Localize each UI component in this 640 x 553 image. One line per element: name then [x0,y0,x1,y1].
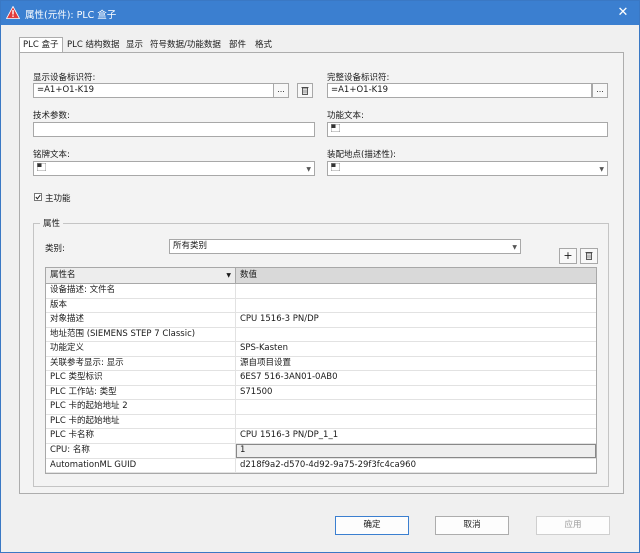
display-id-field[interactable]: =A1+O1-K19 [33,83,289,98]
property-value-cell[interactable]: S71500 [236,386,596,400]
main-function-checkbox[interactable] [34,193,42,201]
property-name-cell: PLC 类型标识 [46,371,236,385]
property-name-cell: 关联参考显示: 显示 [46,356,236,371]
property-value-cell[interactable]: 1 [236,444,596,458]
property-value-cell[interactable]: 源自项目设置 [236,357,596,371]
delete-id-button[interactable] [297,83,313,98]
category-value: 所有类别 [173,241,208,251]
table-header: 属性名 ▼ 数值 [46,268,596,284]
property-value-cell[interactable]: CPU 1516-3 PN/DP [236,313,596,327]
property-name-cell: 地址范围 (SIEMENS STEP 7 Classic) [46,327,236,342]
table-row[interactable]: 对象描述 CPU 1516-3 PN/DP [46,313,596,328]
tab-display[interactable]: 显示 [123,38,146,52]
tab-parts[interactable]: 部件 [226,38,249,52]
ok-button[interactable]: 确定 [335,516,409,535]
language-flag-icon [37,162,46,171]
table-row[interactable]: AutomationML GUID d218f9a2-d570-4d92-9a75… [46,458,596,474]
full-id-label: 完整设备标识符: [327,73,390,83]
property-name-cell: PLC 卡名称 [46,429,236,444]
table-row[interactable]: PLC 卡名称 CPU 1516-3 PN/DP_1_1 [46,429,596,445]
column-header-label: 属性名 [50,270,76,280]
table-row[interactable]: PLC 工作站: 类型 S71500 [46,385,596,401]
table-row[interactable]: 版本 [46,298,596,314]
trash-icon [301,87,309,95]
property-value-cell[interactable] [236,415,596,429]
properties-group-title: 属性 [40,217,64,229]
title-bar[interactable]: 属性(元件): PLC 盒子 ✕ [1,1,639,25]
property-value-cell[interactable] [236,284,596,298]
chevron-down-icon: ▼ [512,244,517,251]
table-row[interactable]: 功能定义 SPS-Kasten [46,342,596,357]
tech-params-field[interactable] [33,122,315,137]
warning-icon [6,6,20,19]
chevron-down-icon: ▼ [599,166,604,173]
display-id-label: 显示设备标识符: [33,73,96,83]
close-button[interactable]: ✕ [613,4,633,22]
property-name-cell: 设备描述: 文件名 [46,284,236,298]
checkmark-icon [35,194,41,200]
column-header-value[interactable]: 数值 [236,268,596,283]
chevron-down-icon: ▼ [306,166,311,173]
property-value-cell[interactable]: SPS-Kasten [236,342,596,356]
nameplate-label: 铭牌文本: [33,150,70,160]
table-row-selected[interactable]: CPU: 名称 1 [46,444,596,459]
property-value-cell[interactable]: CPU 1516-3 PN/DP_1_1 [236,429,596,443]
language-flag-icon [331,162,340,171]
add-property-button[interactable]: + [559,248,577,264]
language-flag-icon [331,123,340,132]
table-row[interactable]: PLC 卡的起始地址 2 [46,400,596,415]
table-row[interactable]: 设备描述: 文件名 [46,284,596,299]
property-name-cell: PLC 卡的起始地址 2 [46,400,236,414]
func-text-field[interactable] [327,122,608,137]
sort-down-icon: ▼ [226,272,231,279]
property-value-cell[interactable] [236,299,596,313]
property-value-cell[interactable] [236,328,596,342]
display-id-browse-button[interactable]: ... [273,83,289,98]
property-name-cell: PLC 工作站: 类型 [46,385,236,400]
full-id-field[interactable]: =A1+O1-K19 [327,83,592,98]
category-label: 类别: [45,244,65,254]
property-value-cell[interactable]: 6ES7 516-3AN01-0AB0 [236,371,596,385]
property-name-cell: 对象描述 [46,313,236,327]
table-row[interactable]: PLC 类型标识 6ES7 516-3AN01-0AB0 [46,371,596,386]
func-text-label: 功能文本: [327,111,364,121]
column-header-property-name[interactable]: 属性名 ▼ [46,268,236,283]
property-name-cell: 版本 [46,298,236,313]
property-value-cell[interactable]: d218f9a2-d570-4d92-9a75-29f3fc4ca960 [236,459,596,473]
main-function-label: 主功能 [45,194,71,204]
full-id-browse-button[interactable]: ... [592,83,608,98]
nameplate-combo[interactable]: ▼ [33,161,315,176]
mount-location-label: 装配地点(描述性): [327,150,396,160]
property-value-cell[interactable] [236,400,596,414]
table-row[interactable]: 地址范围 (SIEMENS STEP 7 Classic) [46,327,596,343]
tab-format[interactable]: 格式 [252,38,275,52]
property-name-cell: CPU: 名称 [46,444,236,458]
property-name-cell: AutomationML GUID [46,458,236,473]
properties-table: 属性名 ▼ 数值 设备描述: 文件名 版本 对象描述 CPU 1516-3 PN/… [45,267,597,475]
window-title: 属性(元件): PLC 盒子 [25,10,117,21]
table-row[interactable]: 关联参考显示: 显示 源自项目设置 [46,356,596,372]
apply-button[interactable]: 应用 [536,516,610,535]
table-row[interactable]: PLC 卡的起始地址 [46,414,596,430]
tech-params-label: 技术参数: [33,111,70,121]
mount-location-combo[interactable]: ▼ [327,161,608,176]
trash-icon [585,252,593,260]
delete-property-button[interactable] [580,248,598,264]
category-combo[interactable]: 所有类别 ▼ [169,239,521,254]
tab-plc-box[interactable]: PLC 盒子 [19,37,63,53]
property-name-cell: PLC 卡的起始地址 [46,414,236,429]
tab-symbol-function-data[interactable]: 符号数据/功能数据 [147,38,224,52]
tab-plc-structure-data[interactable]: PLC 结构数据 [64,38,123,52]
cancel-button[interactable]: 取消 [435,516,509,535]
properties-dialog: 属性(元件): PLC 盒子 ✕ PLC 盒子 PLC 结构数据 显示 符号数据… [0,0,640,553]
property-name-cell: 功能定义 [46,342,236,356]
